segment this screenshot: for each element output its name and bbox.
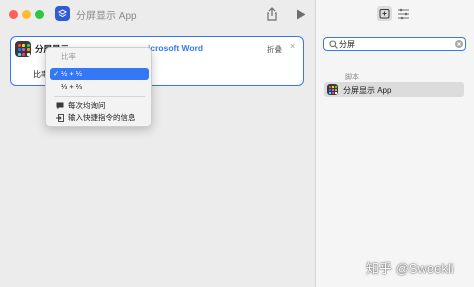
checkmark-icon: ✓ xyxy=(53,69,60,78)
scripting-section-label: 脚本 xyxy=(345,74,359,81)
search-icon xyxy=(329,40,338,49)
search-result-item[interactable]: 分屏显示 App xyxy=(324,82,464,97)
search-field[interactable]: 分屏 xyxy=(323,37,466,51)
shortcut-input-item[interactable]: 输入快捷指令的信息 xyxy=(50,112,149,124)
menu-divider xyxy=(54,96,145,97)
fold-button[interactable]: 折叠 xyxy=(267,44,282,55)
run-play-icon[interactable] xyxy=(296,9,306,20)
speech-bubble-icon xyxy=(56,102,64,110)
watermark-text: 知乎 @Sweekli xyxy=(366,261,454,276)
editor-pane: 分屏显示 App 分屏显示 icrosoft Word 折叠 × 比率 比率 ✓… xyxy=(0,0,315,287)
ratio-option-label: ½ + ½ xyxy=(61,69,83,78)
minimize-window-button[interactable] xyxy=(22,10,31,19)
action-library-tab-icon[interactable] xyxy=(377,6,392,21)
window-title: 分屏显示 App xyxy=(76,11,137,22)
input-icon xyxy=(56,114,64,122)
close-window-button[interactable] xyxy=(9,10,18,19)
split-screen-action-icon xyxy=(327,84,338,95)
maximize-window-button[interactable] xyxy=(35,10,44,19)
ratio-option-third-twothirds[interactable]: ⅓ + ⅔ xyxy=(50,81,149,93)
settings-sliders-icon[interactable] xyxy=(397,8,410,20)
menu-item-label: 每次均询问 xyxy=(68,101,106,110)
shortcut-app-icon xyxy=(55,6,70,21)
ratio-dropdown-menu: 比率 ✓ ½ + ½ ⅓ + ⅔ 每次均询问 输入快捷指令的信息 xyxy=(45,47,152,127)
share-icon[interactable] xyxy=(266,7,278,21)
app-parameter-token[interactable]: icrosoft Word xyxy=(148,43,203,53)
menu-header: 比率 xyxy=(61,52,76,61)
ratio-option-half-half[interactable]: ✓ ½ + ½ xyxy=(50,68,149,80)
ratio-option-label: ⅓ + ⅔ xyxy=(61,82,83,91)
ask-each-time-item[interactable]: 每次均询问 xyxy=(50,100,149,112)
search-input[interactable]: 分屏 xyxy=(339,39,355,50)
remove-action-icon[interactable]: × xyxy=(290,41,295,51)
search-result-label: 分屏显示 App xyxy=(343,86,392,95)
clear-search-icon[interactable] xyxy=(455,40,463,48)
menu-item-label: 输入快捷指令的信息 xyxy=(68,113,136,122)
titlebar: 分屏显示 App xyxy=(0,0,315,30)
split-screen-action-icon xyxy=(15,41,31,57)
